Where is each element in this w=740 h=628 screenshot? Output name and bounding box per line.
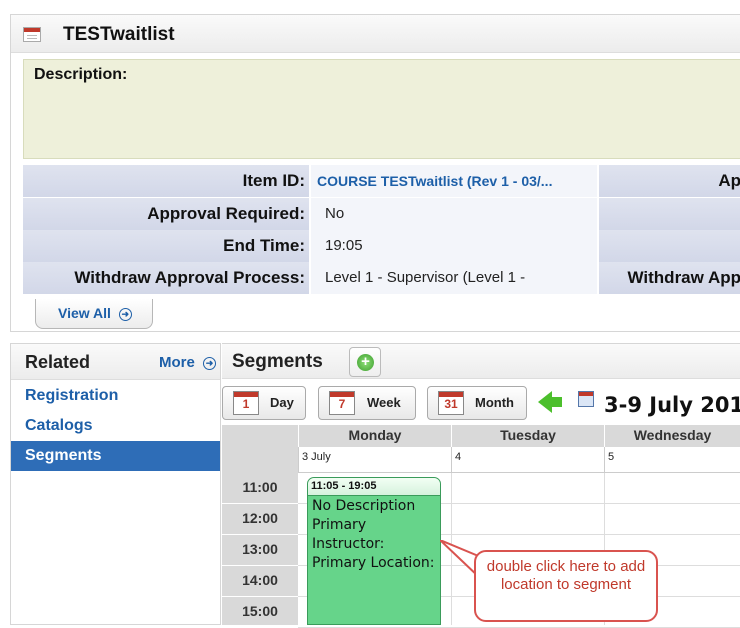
related-item-catalogs[interactable]: Catalogs <box>11 411 220 441</box>
month-view-label: Month <box>475 395 514 410</box>
detail-value: Level 1 - Supervisor (Level 1 - <box>311 262 597 294</box>
view-all-label: View All <box>58 305 111 321</box>
day-date[interactable]: 3 July <box>298 447 451 473</box>
time-label: 13:00 <box>222 535 298 566</box>
callout-tooltip: double click here to add location to seg… <box>474 550 658 622</box>
detail-label: Approval Required: <box>23 198 309 230</box>
more-label: More <box>159 354 195 371</box>
arrow-right-icon: ➜ <box>118 307 132 321</box>
time-label: 11:00 <box>222 473 298 504</box>
segment-event[interactable]: 11:05 - 19:05 No Description Primary Ins… <box>307 477 441 625</box>
detail-label-secondary: Ap <box>599 165 740 197</box>
event-description: No Description <box>312 498 416 514</box>
segments-title: Segments <box>232 351 323 372</box>
detail-label: Withdraw Approval Process: <box>23 262 309 294</box>
detail-label-secondary <box>599 230 740 262</box>
related-header: Related More ➜ <box>11 344 220 380</box>
time-label: 15:00 <box>222 597 298 628</box>
week-view-label: Week <box>367 395 401 410</box>
detail-row-item-id: Item ID: COURSE TESTwaitlist (Rev 1 - 03… <box>23 165 740 197</box>
detail-label-secondary <box>599 198 740 230</box>
detail-label: Item ID: <box>23 165 309 197</box>
item-id-link[interactable]: COURSE TESTwaitlist (Rev 1 - 03/... <box>311 165 597 197</box>
title-bar: TESTwaitlist <box>11 15 740 53</box>
detail-value: No <box>311 198 597 230</box>
page-title: TESTwaitlist <box>63 24 175 45</box>
view-all-button[interactable]: View All ➜ <box>35 299 153 329</box>
time-label: 12:00 <box>222 504 298 535</box>
detail-row-withdraw: Withdraw Approval Process: Level 1 - Sup… <box>23 262 740 294</box>
calendar-icon: 7 <box>329 391 355 415</box>
calendar-icon <box>23 27 41 42</box>
add-segment-button[interactable]: + <box>349 347 381 377</box>
related-item-registration[interactable]: Registration <box>11 381 220 411</box>
day-view-button[interactable]: 1 Day <box>222 386 306 420</box>
day-date[interactable]: 4 <box>451 447 604 473</box>
related-panel: Related More ➜ Registration Catalogs Seg… <box>10 343 221 625</box>
event-location: Primary Location: <box>312 555 435 571</box>
detail-row-approval: Approval Required: No <box>23 198 740 230</box>
day-header: Tuesday <box>451 425 604 447</box>
month-view-button[interactable]: 31 Month <box>427 386 527 420</box>
description-label: Description: <box>34 66 128 83</box>
event-time: 11:05 - 19:05 <box>308 478 440 496</box>
arrow-right-icon: ➜ <box>203 356 217 370</box>
day-header: Wednesday <box>604 425 740 447</box>
description-box: Description: <box>23 59 740 159</box>
detail-row-end-time: End Time: 19:05 <box>23 230 740 262</box>
day-header: Monday <box>298 425 451 447</box>
event-line: Primary <box>312 517 367 533</box>
date-range: 3-9 July 201 <box>604 393 740 417</box>
related-title: Related <box>25 352 91 372</box>
item-panel: TESTwaitlist Description: Item ID: COURS… <box>10 14 740 332</box>
related-item-segments[interactable]: Segments <box>11 441 220 471</box>
previous-arrow-icon[interactable] <box>538 391 562 413</box>
plus-icon: + <box>357 354 374 371</box>
day-view-label: Day <box>270 395 294 410</box>
detail-label: End Time: <box>23 230 309 262</box>
date-picker-icon[interactable] <box>578 391 594 407</box>
event-line: Instructor: <box>312 536 385 552</box>
time-label: 14:00 <box>222 566 298 597</box>
calendar-icon: 1 <box>233 391 259 415</box>
detail-label-secondary: Withdraw App <box>599 262 740 294</box>
week-view-button[interactable]: 7 Week <box>318 386 416 420</box>
segments-header: Segments + <box>222 343 740 379</box>
detail-value: 19:05 <box>311 230 597 262</box>
calendar-icon: 31 <box>438 391 464 415</box>
day-date[interactable]: 5 <box>604 447 740 473</box>
more-link[interactable]: More ➜ <box>159 354 217 371</box>
